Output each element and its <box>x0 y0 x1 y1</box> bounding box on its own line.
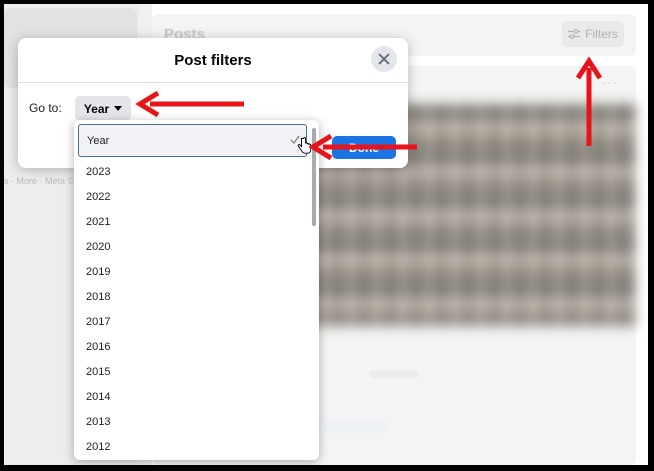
dropdown-selected-option[interactable]: Year <box>78 124 307 157</box>
year-dropdown-list: Year 2023 2022 2021 2020 2019 2018 2017 … <box>74 120 319 460</box>
close-button[interactable] <box>371 46 397 72</box>
dropdown-option[interactable]: 2016 <box>74 335 312 360</box>
dropdown-option[interactable]: 2020 <box>74 235 312 260</box>
dialog-title: Post filters <box>174 51 252 69</box>
filters-button[interactable]: Filters <box>562 21 624 47</box>
red-arrow-icon <box>309 133 417 161</box>
year-dropdown-button[interactable]: Year <box>75 96 131 121</box>
dropdown-options: 2023 2022 2021 2020 2019 2018 2017 2016 … <box>74 160 312 460</box>
screenshot-frame: s · More · Meta © 2023 Posts Filters ···… <box>4 4 648 465</box>
dropdown-scrollbar[interactable] <box>311 122 318 458</box>
dropdown-option[interactable]: 2018 <box>74 285 312 310</box>
filters-label: Filters <box>585 27 618 41</box>
selected-option-label: Year <box>87 134 110 147</box>
caret-down-icon <box>114 106 123 111</box>
dropdown-option[interactable]: 2012 <box>74 435 312 460</box>
dropdown-option[interactable]: 2023 <box>74 160 312 185</box>
sliders-icon <box>568 29 581 39</box>
close-icon <box>378 53 390 65</box>
red-arrow-icon <box>575 56 603 146</box>
dropdown-option[interactable]: 2019 <box>74 260 312 285</box>
dropdown-option[interactable]: 2015 <box>74 360 312 385</box>
red-arrow-icon <box>135 90 244 118</box>
dropdown-option[interactable]: 2013 <box>74 410 312 435</box>
goto-label: Go to: <box>29 101 62 115</box>
dropdown-option[interactable]: 2014 <box>74 385 312 410</box>
year-button-label: Year <box>83 101 110 116</box>
dialog-header: Post filters <box>18 38 408 83</box>
dropdown-option[interactable]: 2017 <box>74 310 312 335</box>
dropdown-option[interactable]: 2021 <box>74 210 312 235</box>
dropdown-option[interactable]: 2022 <box>74 185 312 210</box>
